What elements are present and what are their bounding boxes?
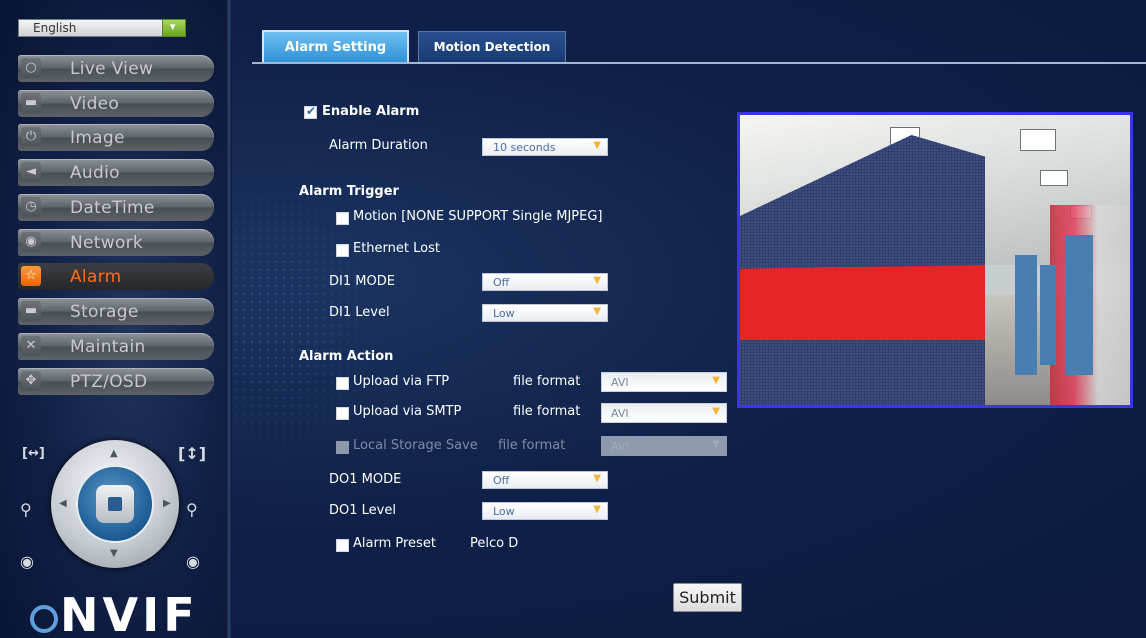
local-file-format-select[interactable]: AVI ▼ [601,436,727,456]
sidebar-item-label: DateTime [70,198,155,218]
motion-checkbox[interactable] [336,212,349,225]
sidebar-item-live-view[interactable]: ○ Live View [18,55,214,82]
smtp-file-format-label: file format [513,404,581,419]
ftp-file-format-label: file format [513,374,581,389]
camera-preview [737,112,1133,408]
sidebar-item-label: PTZ/OSD [70,372,148,392]
sidebar-item-network[interactable]: ◉ Network [18,229,214,256]
ptz-control: [↔] [↕] ⚲ ⚲ ◉ ◉ ▲ ▼ ◀ ▶ [0,440,228,600]
clock-icon: ◷ [21,197,41,217]
alarm-preset-protocol: Pelco D [470,536,519,551]
video-icon: ▬ [21,93,41,113]
chevron-down-icon[interactable]: ▾ [162,19,186,37]
zoom-out-icon[interactable]: ⚲ [20,500,32,519]
zoom-in-icon[interactable]: ⚲ [186,500,198,519]
local-file-format-label: file format [498,438,566,453]
zoom-wide-button[interactable]: [↔] [22,446,45,461]
sidebar-item-label: Storage [70,302,139,322]
ethernet-lost-label: Ethernet Lost [353,241,440,256]
local-storage-checkbox[interactable] [336,441,349,454]
alarm-duration-label: Alarm Duration [329,138,428,153]
tools-icon: ✕ [21,336,41,356]
onvif-logo: NVIF [30,592,199,638]
do1-mode-select[interactable]: Off ▼ [482,471,608,489]
local-storage-label: Local Storage Save [353,438,478,453]
ptz-direction-pad[interactable]: ▲ ▼ ◀ ▶ [51,440,179,568]
enable-alarm-label: Enable Alarm [322,104,420,119]
focus-far-icon[interactable]: ◉ [186,552,200,571]
alarm-preset-label: Alarm Preset [353,536,436,551]
language-value: English [33,21,77,35]
chevron-down-icon: ▼ [593,275,601,286]
do1-level-label: DO1 Level [329,503,396,518]
sidebar: English ▾ ○ Live View ▬ Video ⏻ Image ◄ … [0,0,228,638]
chevron-down-icon: ▼ [712,375,720,386]
alarm-trigger-heading: Alarm Trigger [299,184,399,199]
upload-smtp-label: Upload via SMTP [353,404,462,419]
chevron-down-icon: ▼ [712,406,720,417]
move-icon: ✥ [21,371,41,391]
ethernet-lost-checkbox[interactable] [336,244,349,257]
di1-level-label: DI1 Level [329,305,390,320]
sidebar-item-storage[interactable]: ▬ Storage [18,298,214,325]
sidebar-item-maintain[interactable]: ✕ Maintain [18,333,214,360]
chevron-down-icon: ▼ [593,473,601,484]
enable-alarm-checkbox[interactable] [304,104,317,119]
arrow-left-icon[interactable]: ◀ [59,498,67,509]
alarm-duration-select[interactable]: 10 seconds ▼ [482,138,608,156]
globe-icon: ◉ [21,232,41,252]
submit-button[interactable]: Submit [673,583,742,612]
ptz-inner-ring [76,465,154,543]
smtp-file-format-select[interactable]: AVI ▼ [601,403,727,423]
do1-mode-label: DO1 MODE [329,472,402,487]
sidebar-item-image[interactable]: ⏻ Image [18,124,214,151]
sidebar-item-video[interactable]: ▬ Video [18,90,214,117]
di1-mode-label: DI1 MODE [329,274,395,289]
chat-bubble-icon: ○ [21,58,41,78]
star-icon: ☆ [21,266,41,286]
tabs-divider [252,62,1146,64]
sidebar-item-label: Network [70,233,144,253]
di1-level-select[interactable]: Low ▼ [482,304,608,322]
sidebar-item-ptz-osd[interactable]: ✥ PTZ/OSD [18,368,214,395]
sidebar-item-alarm[interactable]: ☆ Alarm [18,263,214,290]
arrow-right-icon[interactable]: ▶ [163,498,171,509]
chevron-down-icon: ▼ [593,504,601,515]
sidebar-item-label: Maintain [70,337,146,357]
sidebar-item-audio[interactable]: ◄ Audio [18,159,214,186]
sidebar-item-datetime[interactable]: ◷ DateTime [18,194,214,221]
chevron-down-icon: ▼ [712,439,720,450]
focus-near-icon[interactable]: ◉ [20,552,34,571]
sidebar-item-label: Video [70,94,120,114]
main-panel: Alarm Setting Motion Detection Enable Al… [232,0,1146,638]
sidebar-item-label: Audio [70,163,120,183]
sidebar-item-label: Alarm [70,267,122,287]
ptz-home-button[interactable] [96,485,134,523]
arrow-up-icon[interactable]: ▲ [110,448,118,459]
upload-smtp-checkbox[interactable] [336,407,349,420]
tab-alarm-setting[interactable]: Alarm Setting [262,30,409,63]
chevron-down-icon: ▼ [593,306,601,317]
zoom-tele-button[interactable]: [↕] [178,444,206,463]
language-select[interactable]: English ▾ [18,19,186,37]
upload-ftp-label: Upload via FTP [353,374,450,389]
alarm-preset-checkbox[interactable] [336,539,349,552]
upload-ftp-checkbox[interactable] [336,377,349,390]
alarm-action-heading: Alarm Action [299,349,394,364]
speaker-icon: ◄ [21,162,41,182]
do1-level-select[interactable]: Low ▼ [482,502,608,520]
chevron-down-icon: ▼ [593,140,601,151]
di1-mode-select[interactable]: Off ▼ [482,273,608,291]
tab-motion-detection[interactable]: Motion Detection [418,31,566,63]
motion-label: Motion [NONE SUPPORT Single MJPEG] [353,209,603,224]
sidebar-item-label: Image [70,128,125,148]
storage-icon: ▬ [21,301,41,321]
ftp-file-format-select[interactable]: AVI ▼ [601,372,727,392]
arrow-down-icon[interactable]: ▼ [110,548,118,559]
power-icon: ⏻ [21,127,41,147]
sidebar-item-label: Live View [70,59,154,79]
